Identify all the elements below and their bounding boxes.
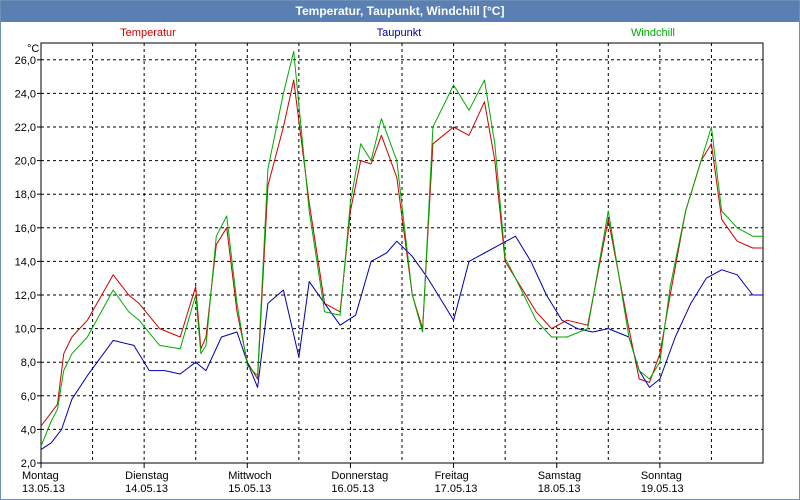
x-tick-day: Freitag xyxy=(435,470,469,482)
legend-entry-taupunkt: Taupunkt xyxy=(377,27,422,39)
line-chart: 2,0 4,0 6,0 8,0 10,0 12,0 14,0 16,0 18,0 20,0 22,0… xyxy=(15,27,764,495)
y-tick-label: 24,0 xyxy=(15,88,36,100)
chart-window: Temperatur, Taupunkt, Windchill [°C] 2,0… xyxy=(0,0,800,500)
x-tick-date: 13.05.13 xyxy=(22,483,65,495)
x-tick-date: 15.05.13 xyxy=(228,483,271,495)
y-tick-label: 12,0 xyxy=(15,290,36,302)
legend-entry-temperatur: Temperatur xyxy=(120,27,176,39)
y-tick-label: 20,0 xyxy=(15,156,36,168)
x-axis: Montag13.05.13 Dienstag14.05.13 Mittwoch15… xyxy=(22,463,684,495)
x-tick-date: 19.05.13 xyxy=(641,483,684,495)
y-tick-label: 14,0 xyxy=(15,256,36,268)
y-tick-label: 18,0 xyxy=(15,189,36,201)
y-unit-label: °C xyxy=(27,43,39,55)
y-tick-label: 26,0 xyxy=(15,55,36,67)
chart-grid xyxy=(41,43,763,464)
window-title: Temperatur, Taupunkt, Windchill [°C] xyxy=(1,1,799,22)
legend: Temperatur Taupunkt Windchill xyxy=(120,27,675,39)
x-tick-date: 14.05.13 xyxy=(125,483,168,495)
legend-entry-windchill: Windchill xyxy=(631,27,675,39)
y-tick-label: 10,0 xyxy=(15,324,36,336)
y-tick-label: 2,0 xyxy=(21,458,36,470)
y-axis: 2,0 4,0 6,0 8,0 10,0 12,0 14,0 16,0 18,0 20,0 22,0… xyxy=(15,43,41,470)
x-tick-date: 16.05.13 xyxy=(331,483,374,495)
x-tick-date: 17.05.13 xyxy=(435,483,478,495)
x-tick-day: Donnerstag xyxy=(331,470,388,482)
y-tick-label: 8,0 xyxy=(21,357,36,369)
y-tick-label: 6,0 xyxy=(21,391,36,403)
y-tick-label: 4,0 xyxy=(21,424,36,436)
x-tick-day: Dienstag xyxy=(125,470,168,482)
x-tick-date: 18.05.13 xyxy=(538,483,581,495)
x-tick-day: Montag xyxy=(22,470,59,482)
x-tick-day: Mittwoch xyxy=(228,470,271,482)
y-tick-label: 16,0 xyxy=(15,223,36,235)
y-tick-label: 22,0 xyxy=(15,122,36,134)
x-tick-day: Sonntag xyxy=(641,470,682,482)
x-tick-day: Samstag xyxy=(538,470,581,482)
